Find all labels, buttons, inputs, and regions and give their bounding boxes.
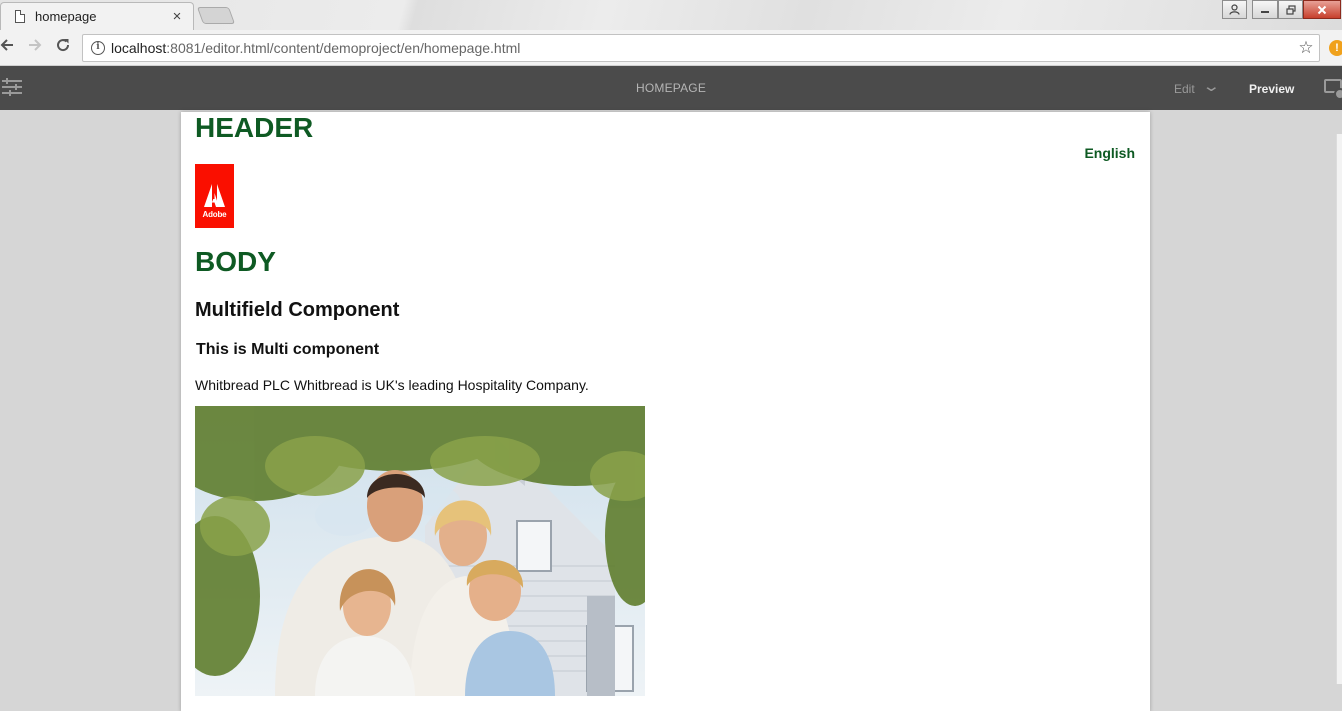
minimize-button[interactable] [1252,0,1278,19]
component-subtitle: This is Multi component [196,341,380,358]
adobe-logo[interactable]: Adobe [195,164,234,228]
adobe-logo-mark [204,184,225,207]
tab-close-icon[interactable]: × [169,8,185,25]
adobe-logo-text: Adobe [202,210,227,219]
body-heading: BODY [195,246,276,277]
close-icon [1317,5,1327,14]
info-icon[interactable]: i [91,41,105,55]
reload-button[interactable] [52,36,74,58]
mode-selector-label[interactable]: Edit [1174,82,1195,96]
language-link[interactable]: English [1084,145,1135,161]
page-canvas: HEADER English Adobe BODY Multifield Com… [181,112,1150,711]
back-arrow-icon [0,39,13,51]
vertical-scrollbar[interactable] [1336,134,1342,684]
page-icon [15,10,25,23]
extension-warning-icon[interactable]: ! [1329,40,1342,56]
bookmark-star-icon[interactable]: ☆ [1295,38,1317,58]
header-heading: HEADER [195,112,314,143]
url-host: localhost [111,40,167,56]
reload-icon [57,39,70,52]
browser-tabstrip: homepage × [0,0,1342,30]
restore-button[interactable] [1278,0,1303,19]
restore-icon [1285,4,1296,15]
user-icon [1229,4,1240,15]
chevron-down-icon[interactable]: ⌄ [1202,77,1221,95]
forward-button[interactable] [24,36,46,58]
family-photo [195,406,645,696]
component-text: Whitbread PLC Whitbread is UK's leading … [195,377,589,393]
editor-page-title: HOMEPAGE [635,81,707,95]
editor-toolbar: HOMEPAGE Edit ⌄ Preview [0,66,1342,110]
minimize-icon [1261,10,1269,13]
back-button[interactable] [0,36,18,58]
close-window-button[interactable] [1303,0,1341,19]
tab-title: homepage [35,9,97,24]
browser-toolbar: i localhost:8081/editor.html/content/dem… [0,30,1342,66]
family-photo-illustration [195,406,645,696]
browser-tab-homepage[interactable]: homepage × [0,2,194,30]
window-controls [1222,0,1341,20]
editor-workspace: HEADER English Adobe BODY Multifield Com… [0,110,1342,711]
new-tab-button[interactable] [196,7,236,24]
user-profile-button[interactable] [1222,0,1247,19]
preview-button[interactable]: Preview [1249,82,1294,96]
address-bar[interactable]: i localhost:8081/editor.html/content/dem… [82,34,1320,62]
annotation-icon[interactable] [1324,79,1342,100]
url-path: :8081/editor.html/content/demoproject/en… [166,40,521,56]
url-text[interactable]: localhost:8081/editor.html/content/demop… [111,40,1295,56]
component-title: Multifield Component [195,299,400,321]
forward-arrow-icon [29,39,42,51]
